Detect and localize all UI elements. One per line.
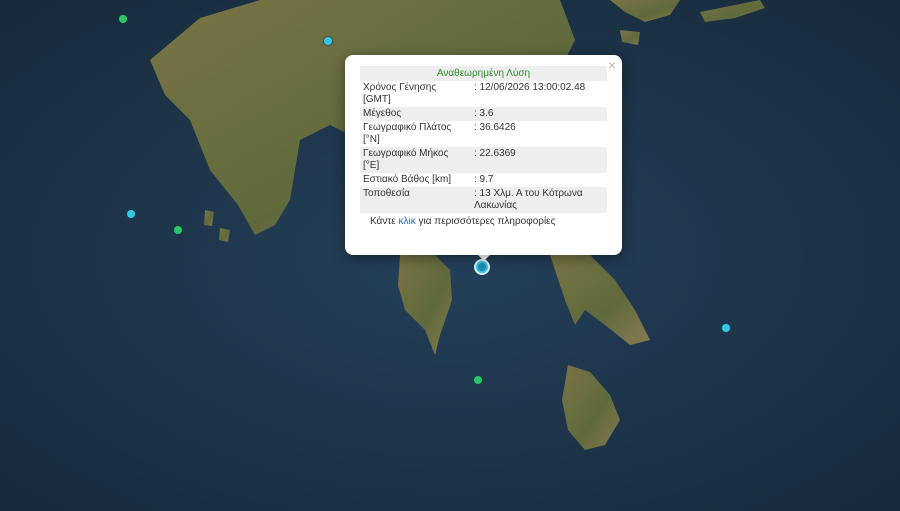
event-marker[interactable]	[119, 15, 127, 23]
event-marker[interactable]	[722, 324, 730, 332]
more-info-link[interactable]: κλικ	[399, 216, 416, 227]
event-marker[interactable]	[127, 210, 135, 218]
popup-title: Αναθεωρημένη Λύση	[360, 66, 607, 81]
info-row: Γεωγραφικό Μήκος [°E] : 22.6369	[360, 147, 607, 173]
info-label: Γεωγραφικό Μήκος [°E]	[360, 147, 466, 173]
info-row: Χρόνος Γένησης [GMT] : 12/06/2026 13:00:…	[360, 81, 607, 107]
info-label: Γεωγραφικό Πλάτος [°N]	[363, 122, 452, 145]
selected-event-marker[interactable]	[474, 259, 490, 275]
info-row: Μέγεθος : 3.6	[360, 107, 607, 121]
event-marker[interactable]	[324, 37, 332, 45]
event-marker[interactable]	[474, 376, 482, 384]
more-info-text: Κάντε κλικ για περισσότερες πληροφορίες	[360, 213, 607, 231]
info-value: : 12/06/2026 13:00:02.48	[474, 82, 586, 93]
close-icon[interactable]: ×	[608, 57, 616, 73]
info-label: Τοποθεσία	[360, 187, 466, 213]
info-label: Μέγεθος	[360, 107, 466, 121]
info-row: Γεωγραφικό Πλάτος [°N] : 36.6426	[360, 121, 607, 147]
event-marker[interactable]	[174, 226, 182, 234]
info-value: : 22.6369	[466, 147, 607, 173]
info-value: : 36.6426	[474, 122, 516, 133]
info-row: Τοποθεσία : 13 Χλμ. Α του Κότρωνα Λακωνί…	[360, 187, 607, 213]
info-value: : 13 Χλμ. Α του Κότρωνα Λακωνίας	[466, 187, 607, 213]
popup-tip	[477, 254, 491, 261]
selected-event-core	[478, 263, 486, 271]
info-value: : 3.6	[466, 107, 607, 121]
event-info-table: Χρόνος Γένησης [GMT] : 12/06/2026 13:00:…	[360, 81, 607, 213]
event-popup: × Αναθεωρημένη Λύση Χρόνος Γένησης [GMT]…	[345, 55, 622, 255]
info-label: Εστιακό Βάθος [km]	[363, 174, 452, 185]
info-value: : 9.7	[474, 174, 494, 185]
info-row: Εστιακό Βάθος [km] : 9.7	[360, 173, 607, 187]
more-info-suffix: για περισσότερες πληροφορίες	[415, 216, 556, 227]
more-info-prefix: Κάντε	[370, 216, 399, 227]
info-label: Χρόνος Γένησης [GMT]	[363, 82, 437, 105]
